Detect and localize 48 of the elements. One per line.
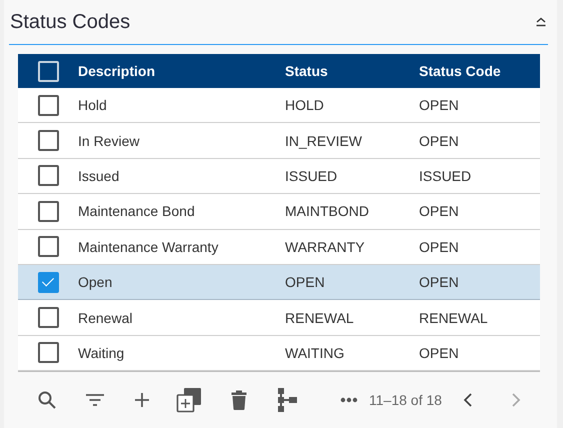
previous-page-icon[interactable] [462,392,473,408]
checkbox[interactable] [38,94,58,116]
table-cell-text: IN_REVIEW [285,132,364,149]
table-cell-text: OPEN [419,238,460,255]
checkbox[interactable] [38,342,58,364]
table-cell-text: ISSUED [419,168,472,184]
panel-title: Status Codes [9,10,130,34]
table-row[interactable]: Waiting WAITING OPEN [18,336,540,372]
table-cell-text: Renewal [78,310,134,326]
checkbox[interactable] [38,200,58,222]
column-header[interactable]: Status Code [419,63,540,79]
table-row[interactable]: Maintenance Bond MAINTBOND OPEN [18,194,540,230]
checkbox[interactable] [38,307,58,328]
hierarchy-icon[interactable] [277,386,297,414]
table-cell-text: Open [78,274,114,290]
table-row[interactable]: Hold HOLD OPEN [18,88,540,124]
table-cell-text: OPEN [285,274,326,290]
table-cell-text: Waiting [78,344,126,361]
table-row[interactable]: Renewal RENEWAL RENEWAL [18,300,540,336]
duplicate-icon[interactable] [176,386,202,414]
table-row[interactable]: In Review IN_REVIEW OPEN [18,123,540,159]
table-cell-text: Maintenance Bond [78,203,196,220]
table-cell-text: OPEN [419,344,460,361]
column-header[interactable]: Description [78,63,285,79]
table-cell-text: In Review [78,132,140,149]
column-header[interactable]: Status [285,63,419,79]
selected-row[interactable]: Open OPEN OPEN [18,264,540,300]
collapse-icon[interactable] [534,16,548,28]
table-cell-text: RENEWAL [285,310,355,326]
table-cell-text: OPEN [419,203,460,220]
table-cell-text: MAINTBOND [285,203,370,220]
checkbox[interactable] [38,130,58,152]
checkbox[interactable] [38,236,58,258]
table-cell-text: OPEN [419,132,460,149]
table-cell-text: RENEWAL [419,310,489,326]
table-cell-text: OPEN [419,97,460,114]
table-cell-text: HOLD [285,97,325,114]
table-cell-text: WAITING [285,344,346,361]
table-cell-text: Hold [78,97,108,114]
page-range: 11–18 of 18 [369,392,442,408]
table-cell-text: ISSUED [285,168,338,184]
table-cell-text: Maintenance Warranty [78,238,220,255]
table-cell-text: WARRANTY [285,238,366,255]
table-cell-text: OPEN [419,274,460,290]
table-row[interactable]: Issued ISSUED ISSUED [18,158,540,194]
table-cell-text: Issued [78,168,120,184]
checkbox[interactable] [38,165,58,186]
checkbox[interactable] [38,272,58,293]
